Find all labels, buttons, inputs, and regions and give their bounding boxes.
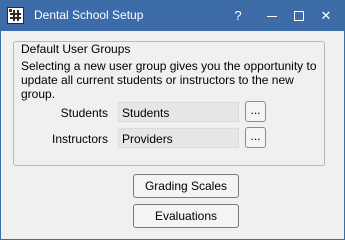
evaluations-button[interactable]: Evaluations — [133, 204, 239, 228]
default-user-groups-group: Default User Groups Selecting a new user… — [13, 41, 325, 166]
red-dot — [9, 9, 12, 12]
instructors-select-button[interactable]: ... — [245, 127, 266, 148]
students-label: Students — [60, 106, 108, 120]
help-button[interactable]: ? — [225, 5, 251, 27]
close-button[interactable]: ✕ — [313, 5, 339, 27]
title-bar[interactable]: Dental School Setup ? ✕ — [1, 1, 344, 31]
dental-school-setup-window: Dental School Setup ? ✕ Default User Gro… — [0, 0, 345, 240]
grading-scales-button[interactable]: Grading Scales — [133, 174, 239, 198]
maximize-icon — [294, 11, 304, 21]
group-description: Selecting a new user group gives you the… — [21, 59, 317, 101]
grid-app-icon — [7, 7, 24, 24]
window-title: Dental School Setup — [34, 8, 144, 22]
group-title: Default User Groups — [21, 42, 131, 56]
maximize-button[interactable] — [286, 5, 312, 27]
students-field: Students — [118, 102, 239, 122]
instructors-field: Providers — [118, 128, 239, 148]
students-select-button[interactable]: ... — [245, 101, 266, 122]
minimize-button[interactable] — [259, 5, 285, 27]
minimize-icon — [267, 16, 277, 17]
instructors-label: Instructors — [51, 132, 108, 146]
